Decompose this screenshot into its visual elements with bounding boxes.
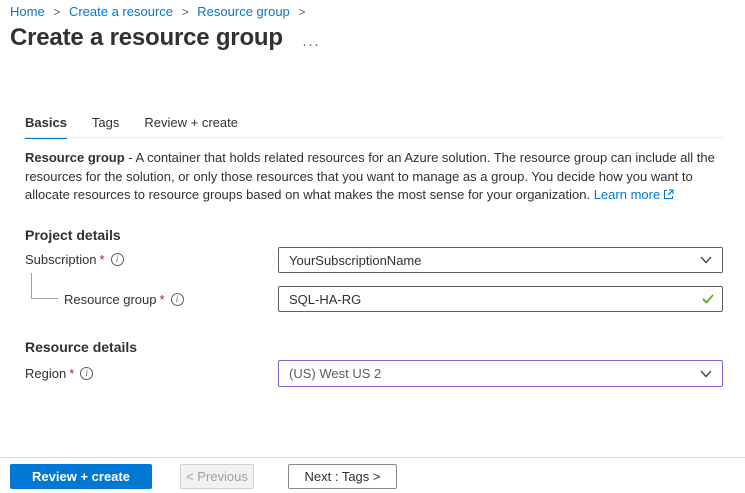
review-create-button[interactable]: Review + create xyxy=(10,464,152,489)
info-icon[interactable]: i xyxy=(80,367,93,380)
breadcrumb-separator: > xyxy=(298,5,305,19)
section-resource-details: Resource details xyxy=(25,339,137,355)
subscription-dropdown[interactable]: YourSubscriptionName xyxy=(278,247,723,273)
info-icon[interactable]: i xyxy=(171,293,184,306)
breadcrumb-separator: > xyxy=(53,5,60,19)
region-dropdown[interactable]: (US) West US 2 xyxy=(278,360,723,387)
chevron-down-icon xyxy=(700,256,712,264)
breadcrumb-separator: > xyxy=(182,5,189,19)
resource-group-label-text: Resource group xyxy=(64,292,157,307)
tab-review-create[interactable]: Review + create xyxy=(144,115,238,139)
required-asterisk: * xyxy=(100,252,105,267)
tab-divider xyxy=(25,137,723,138)
resource-group-input[interactable] xyxy=(278,286,723,312)
breadcrumb-link-home[interactable]: Home xyxy=(10,4,45,19)
resource-group-input-wrap xyxy=(278,286,723,312)
required-asterisk: * xyxy=(160,292,165,307)
tab-tags[interactable]: Tags xyxy=(92,115,119,139)
create-resource-group-page: Home > Create a resource > Resource grou… xyxy=(0,0,745,493)
learn-more-link[interactable]: Learn more xyxy=(594,187,660,202)
tab-basics[interactable]: Basics xyxy=(25,115,67,139)
region-value: (US) West US 2 xyxy=(289,366,381,381)
description-lead: Resource group xyxy=(25,150,125,165)
more-menu-button[interactable]: ··· xyxy=(302,36,320,53)
subscription-label: Subscription * i xyxy=(25,252,124,267)
subscription-value: YourSubscriptionName xyxy=(289,253,421,268)
region-label-text: Region xyxy=(25,366,66,381)
tree-connector-vertical xyxy=(31,273,32,299)
section-project-details: Project details xyxy=(25,227,121,243)
external-link-icon xyxy=(663,189,674,200)
breadcrumb-link-resource-group[interactable]: Resource group xyxy=(197,4,290,19)
subscription-label-text: Subscription xyxy=(25,252,97,267)
info-icon[interactable]: i xyxy=(111,253,124,266)
page-title: Create a resource group xyxy=(10,24,283,52)
checkmark-icon xyxy=(702,294,714,304)
required-asterisk: * xyxy=(69,366,74,381)
resource-group-label: Resource group * i xyxy=(64,292,184,307)
tree-connector-horizontal xyxy=(31,298,58,299)
breadcrumb: Home > Create a resource > Resource grou… xyxy=(10,4,310,19)
chevron-down-icon xyxy=(700,370,712,378)
breadcrumb-link-create-a-resource[interactable]: Create a resource xyxy=(69,4,173,19)
footer-divider xyxy=(0,457,745,458)
next-tags-button[interactable]: Next : Tags > xyxy=(288,464,397,489)
region-label: Region * i xyxy=(25,366,93,381)
description: Resource group - A container that holds … xyxy=(25,149,728,205)
tab-bar: Basics Tags Review + create xyxy=(25,115,263,139)
previous-button[interactable]: < Previous xyxy=(180,464,254,489)
